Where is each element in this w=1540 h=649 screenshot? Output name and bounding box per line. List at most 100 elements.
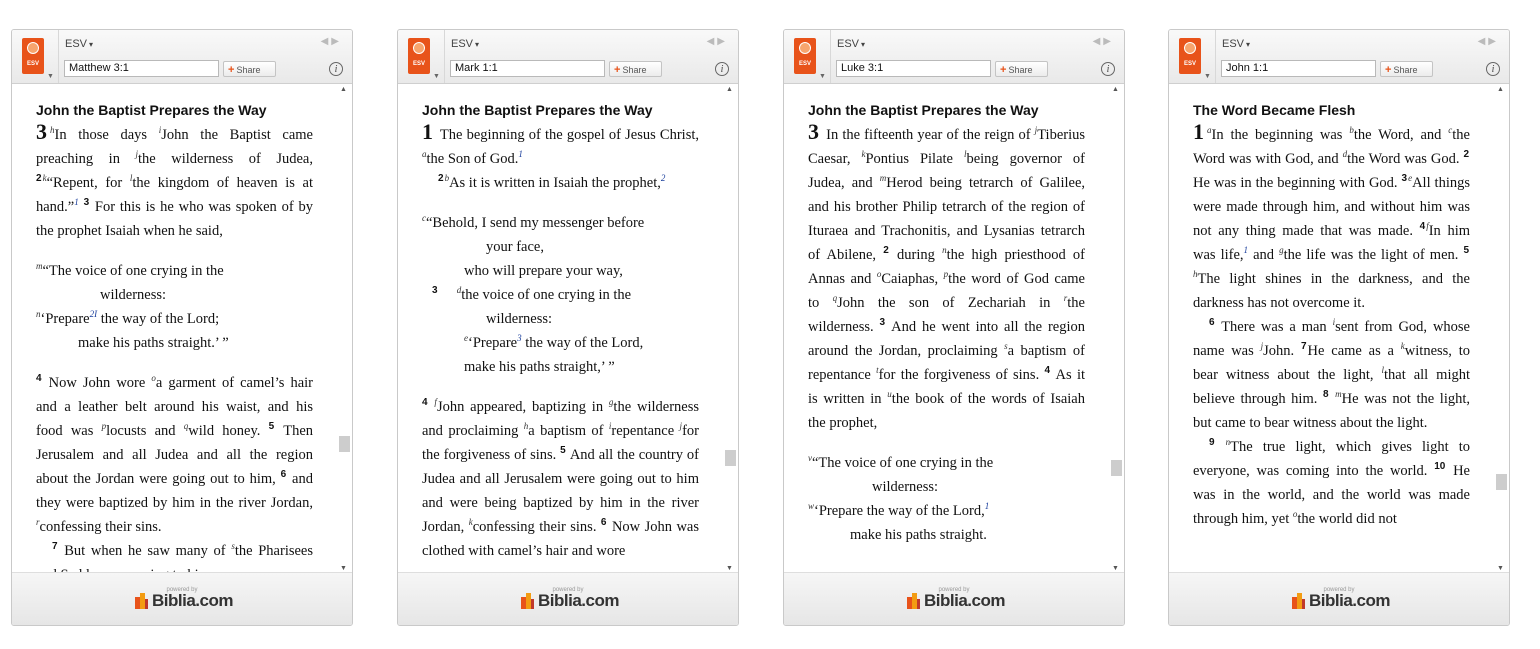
poetry-line: make his paths straight.’ ” (78, 335, 229, 351)
plus-icon: + (1385, 64, 1392, 76)
scroll-down-icon[interactable]: ▼ (1497, 565, 1504, 572)
nav-arrows: ◀▶ (321, 36, 342, 47)
scrollbar[interactable]: ▲ ▼ (336, 84, 352, 574)
info-icon[interactable]: i (1101, 62, 1115, 76)
chapter-number: 3 (36, 119, 47, 144)
logo-dropdown-icon[interactable]: ▼ (819, 73, 826, 80)
scrollbar[interactable]: ▲ ▼ (1108, 84, 1124, 574)
poetry-line: n‘Prepare2I the way of the Lord; (36, 309, 220, 327)
reference-input[interactable] (1221, 60, 1376, 77)
poetry-line: w‘Prepare the way of the Lord,1 (808, 501, 990, 519)
scrollbar[interactable]: ▲ ▼ (722, 84, 738, 574)
poetry-line: wilderness: (872, 479, 939, 495)
next-arrow-icon[interactable]: ▶ (1488, 36, 1499, 47)
paragraph: 7 But when he saw many of sthe Pharisees… (36, 541, 314, 574)
share-button[interactable]: + Share (995, 61, 1048, 77)
paragraph: 4 Now John wore oa garment of camel’s ha… (36, 373, 313, 535)
chapter-number: 1 (422, 119, 433, 144)
passage-text: John the Baptist Prepares the Way 1 The … (422, 101, 699, 563)
scrollbar-thumb[interactable] (725, 450, 736, 466)
widget-footer: powered by Biblia.com (1169, 572, 1509, 625)
divider (444, 30, 445, 83)
section-heading: The Word Became Flesh (1193, 102, 1356, 118)
scrollbar[interactable]: ▲ ▼ (1493, 84, 1509, 574)
next-arrow-icon[interactable]: ▶ (1103, 36, 1114, 47)
verse-number: 3 (1401, 173, 1408, 185)
version-selector[interactable]: ESV ▾ (65, 38, 93, 50)
info-icon[interactable]: i (715, 62, 729, 76)
verse-number: 2 (36, 173, 42, 185)
verse-number: 3 (432, 285, 438, 297)
verse-number: 5 (1463, 245, 1470, 257)
scrollbar-thumb[interactable] (1496, 474, 1507, 490)
verse-number: 8 (1322, 389, 1329, 401)
poetry-line: e‘Prepare3 the way of the Lord, (464, 333, 644, 351)
passage-text: John the Baptist Prepares the Way 3 hIn t… (36, 101, 313, 574)
verse-number: 4 (1044, 365, 1051, 377)
scrollbar-thumb[interactable] (1111, 460, 1122, 476)
verse-number: 6 (280, 469, 287, 481)
bible-widget-john: ESV ▼ ESV▾ ◀▶ +Share i The Word Became F… (1168, 29, 1510, 626)
share-button[interactable]: + Share (1380, 61, 1433, 77)
chevron-down-icon: ▾ (89, 40, 94, 49)
widget-footer: powered by Biblia.com (784, 572, 1124, 625)
prev-arrow-icon[interactable]: ◀ (707, 36, 718, 47)
chevron-down-icon: ▾ (475, 40, 480, 49)
verse-number: 7 (1300, 341, 1307, 353)
chapter-number: 1 (1193, 119, 1204, 144)
prev-arrow-icon[interactable]: ◀ (321, 36, 332, 47)
poetry-line: make his paths straight,’ ” (464, 359, 615, 375)
scroll-up-icon[interactable]: ▲ (340, 86, 347, 93)
verse-number: 6 (600, 517, 607, 529)
info-icon[interactable]: i (1486, 62, 1500, 76)
widget-header: ESV ▼ ESV▾ ◀▶ +Share i (398, 30, 738, 84)
verse-number: 4 (1419, 221, 1426, 233)
scripture-content[interactable]: John the Baptist Prepares the Way 3 In t… (784, 84, 1124, 574)
resource-logo-icon[interactable]: ESV (1179, 38, 1201, 74)
version-selector[interactable]: ESV ▾ (837, 38, 865, 50)
scroll-up-icon[interactable]: ▲ (1497, 86, 1504, 93)
chapter-number: 3 (808, 119, 819, 144)
poetry-line: c“Behold, I send my messenger before (422, 213, 645, 231)
verse-number: 5 (560, 445, 566, 457)
next-arrow-icon[interactable]: ▶ (717, 36, 728, 47)
widget-header: ESV ▼ ESV▾ ◀▶ +Share i (12, 30, 352, 84)
version-selector[interactable]: ESV ▾ (451, 38, 479, 50)
scroll-down-icon[interactable]: ▼ (340, 565, 347, 572)
widget-header: ESV ▼ ESV▾ ◀▶ +Share i (1169, 30, 1509, 84)
scroll-up-icon[interactable]: ▲ (726, 86, 733, 93)
next-arrow-icon[interactable]: ▶ (331, 36, 342, 47)
share-button[interactable]: + Share (223, 61, 276, 77)
reference-input[interactable] (836, 60, 991, 77)
scripture-content[interactable]: The Word Became Flesh 1 aIn the beginning… (1169, 84, 1509, 574)
logo-dropdown-icon[interactable]: ▼ (47, 73, 54, 80)
resource-logo-icon[interactable]: ESV (408, 38, 430, 74)
resource-logo-icon[interactable]: ESV (794, 38, 816, 74)
scroll-down-icon[interactable]: ▼ (726, 565, 733, 572)
resource-logo-icon[interactable]: ESV (22, 38, 44, 74)
reference-input[interactable] (450, 60, 605, 77)
logo-dropdown-icon[interactable]: ▼ (433, 73, 440, 80)
scroll-up-icon[interactable]: ▲ (1112, 86, 1119, 93)
bible-widget-luke: ESV ▼ ESV▾ ◀▶ +Share i John the Baptist … (783, 29, 1125, 626)
divider (830, 30, 831, 83)
scrollbar-thumb[interactable] (339, 436, 350, 452)
scripture-content[interactable]: John the Baptist Prepares the Way 1 The … (398, 84, 738, 574)
verse-number: 9 (1209, 437, 1215, 449)
poetry-line: m“The voice of one crying in the (36, 261, 224, 279)
verse-number: 2 (883, 245, 889, 257)
logo-dropdown-icon[interactable]: ▼ (1204, 73, 1211, 80)
biblia-flag-icon (1292, 593, 1305, 609)
prev-arrow-icon[interactable]: ◀ (1478, 36, 1489, 47)
scripture-content[interactable]: John the Baptist Prepares the Way 3 hIn t… (12, 84, 352, 574)
version-selector[interactable]: ESV ▾ (1222, 38, 1250, 50)
poetry-line: wilderness: (486, 311, 553, 327)
info-icon[interactable]: i (329, 62, 343, 76)
widget-footer: powered by Biblia.com (398, 572, 738, 625)
reference-input[interactable] (64, 60, 219, 77)
scroll-down-icon[interactable]: ▼ (1112, 565, 1119, 572)
paragraph: 3 hIn those days iJohn the Baptist came p… (36, 119, 313, 240)
share-button[interactable]: + Share (609, 61, 662, 77)
prev-arrow-icon[interactable]: ◀ (1093, 36, 1104, 47)
poetry-line: make his paths straight. (850, 527, 987, 543)
